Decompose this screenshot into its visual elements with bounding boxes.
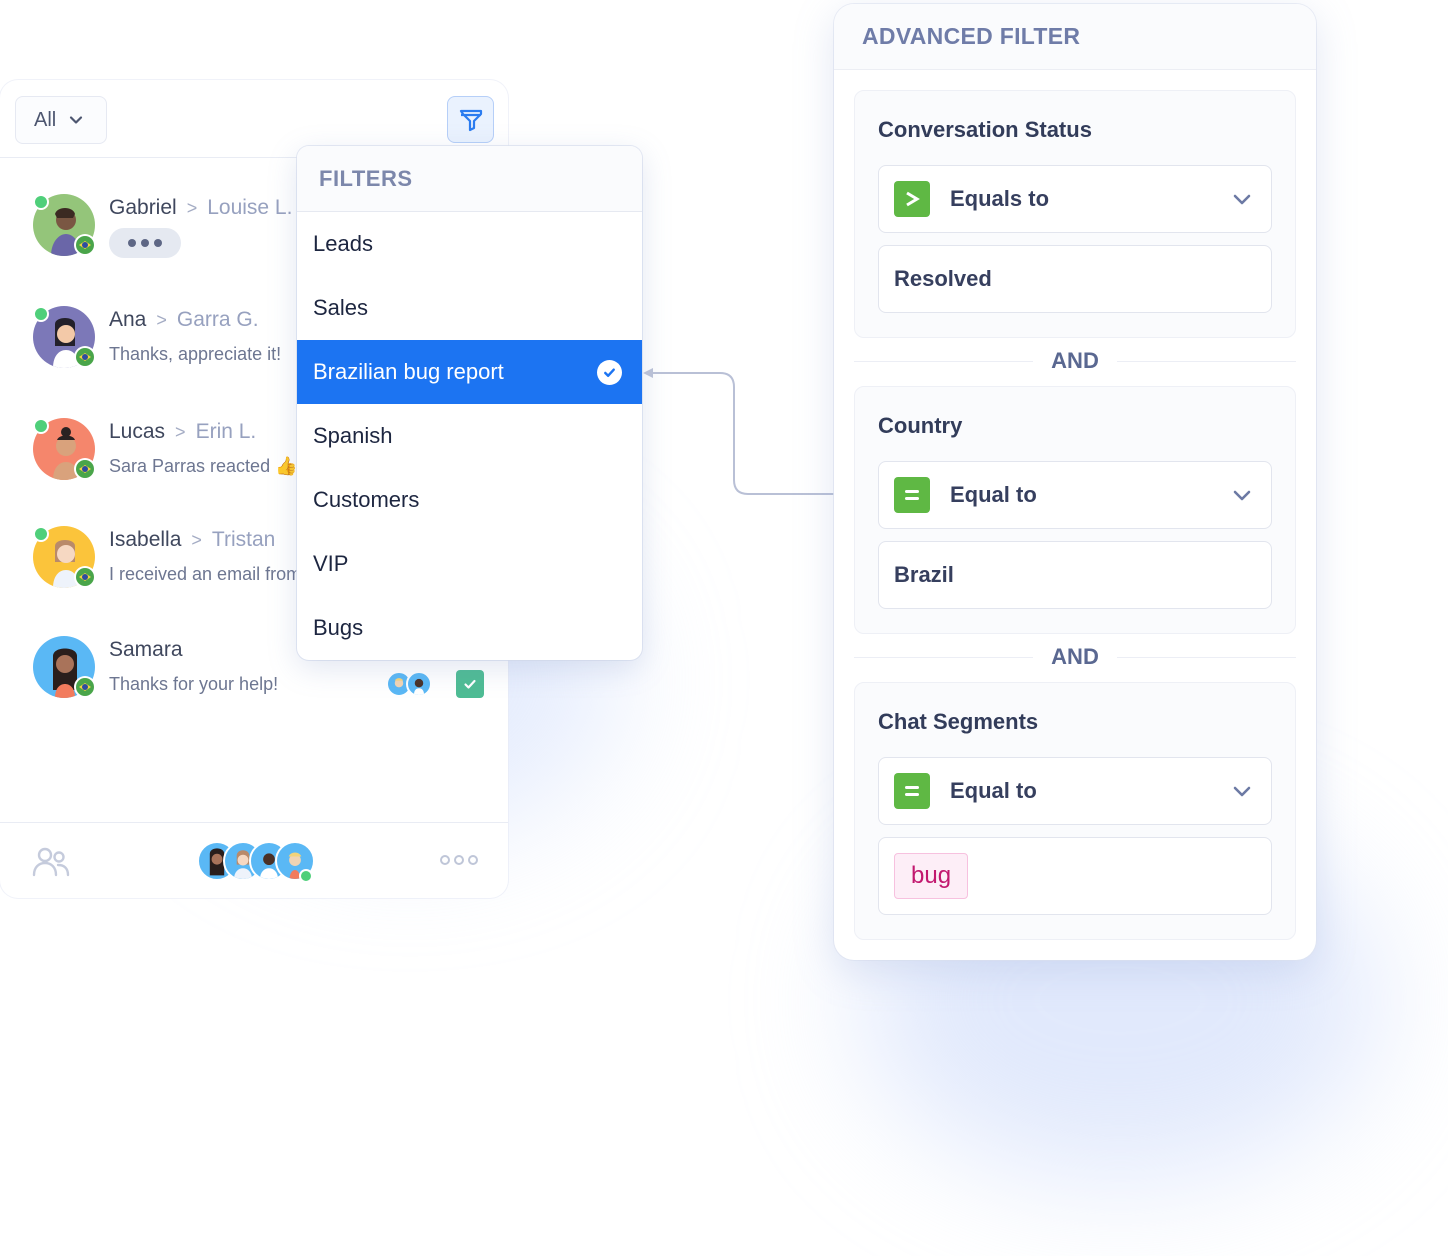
connector-arrow xyxy=(643,368,836,495)
operator-label: Equal to xyxy=(950,778,1037,803)
value-text: Brazil xyxy=(894,562,954,587)
agent-avatar xyxy=(406,671,432,697)
filter-item-sales[interactable]: Sales xyxy=(297,276,642,340)
operator-label: Equals to xyxy=(950,186,1050,211)
condition-field: Chat Segments xyxy=(878,709,1039,734)
operator-select[interactable]: Equals to xyxy=(878,165,1272,233)
filter-item-customers[interactable]: Customers xyxy=(297,468,642,532)
filter-item-vip[interactable]: VIP xyxy=(297,532,642,596)
tag-label: bug xyxy=(911,862,952,889)
filter-item-label: Bugs xyxy=(313,615,364,640)
more-options-icon[interactable] xyxy=(440,855,478,865)
funnel-icon xyxy=(459,109,482,131)
message-preview: Sara Parras reacted 👍 xyxy=(109,456,298,476)
filter-item-label: Leads xyxy=(313,231,373,256)
value-input[interactable]: bug xyxy=(878,837,1272,915)
chevron-right-icon: > xyxy=(191,529,202,550)
value-input[interactable]: Resolved xyxy=(878,245,1272,313)
online-status-dot xyxy=(33,306,49,322)
chevron-right-icon: > xyxy=(156,309,167,330)
filters-title: FILTERS xyxy=(297,146,642,212)
advanced-filter-panel: ADVANCED FILTER Conversation Status Equa… xyxy=(834,4,1316,960)
agent-name: Erin L. xyxy=(195,420,257,443)
chevron-down-icon xyxy=(1233,194,1251,205)
view-dropdown[interactable]: All xyxy=(15,96,107,144)
customer-name: Isabella xyxy=(109,528,182,551)
and-label: AND xyxy=(1051,644,1099,669)
advanced-filter-title: ADVANCED FILTER xyxy=(834,4,1316,70)
equals-icon xyxy=(894,773,930,809)
typing-indicator xyxy=(109,228,181,258)
operator-label: Equal to xyxy=(950,482,1037,507)
resolved-check-icon[interactable] xyxy=(456,670,484,698)
filter-button[interactable] xyxy=(447,96,494,143)
condition-field: Country xyxy=(878,413,963,438)
operator-select[interactable]: Equal to xyxy=(878,461,1272,529)
value-text: Resolved xyxy=(894,266,992,291)
and-separator: AND xyxy=(854,642,1297,672)
online-agents[interactable] xyxy=(197,841,315,881)
filter-item-brazilian-bug-report[interactable]: Brazilian bug report xyxy=(297,340,642,404)
agent-name: Louise L. xyxy=(207,196,293,219)
chevron-down-icon xyxy=(1233,786,1251,797)
filter-item-bugs[interactable]: Bugs xyxy=(297,596,642,660)
customer-name: Samara xyxy=(109,638,183,661)
online-status-dot xyxy=(33,526,49,542)
customer-name: Lucas xyxy=(109,420,166,443)
filters-dropdown: FILTERS Leads Sales Brazilian bug report… xyxy=(297,146,642,660)
chevron-down-icon xyxy=(1233,490,1251,501)
equals-icon xyxy=(894,477,930,513)
brazil-flag-icon xyxy=(74,676,96,698)
online-status-dot xyxy=(33,194,49,210)
customer-name: Ana xyxy=(109,308,147,331)
agent-name: Tristan xyxy=(211,528,276,551)
agent-name: Garra G. xyxy=(176,308,259,331)
inbox-footer xyxy=(0,822,508,898)
team-icon[interactable] xyxy=(32,845,70,877)
filter-item-label: Sales xyxy=(313,295,369,320)
customer-name: Gabriel xyxy=(109,196,177,219)
condition-card: Chat Segments Equal to bug xyxy=(854,682,1296,940)
online-status-dot xyxy=(299,869,313,883)
message-preview: Thanks for your help! xyxy=(109,674,279,694)
filter-item-label: VIP xyxy=(313,551,349,576)
chevron-right-icon: > xyxy=(175,421,186,442)
greater-than-icon xyxy=(894,181,930,217)
segment-tag[interactable]: bug xyxy=(894,853,969,899)
filter-item-label: Customers xyxy=(313,487,420,512)
condition-card: Country Equal to Brazil xyxy=(854,386,1296,634)
brazil-flag-icon xyxy=(74,458,96,480)
filter-item-label: Spanish xyxy=(313,423,393,448)
message-preview: Thanks, appreciate it! xyxy=(109,344,282,364)
condition-card: Conversation Status Equals to Resolved xyxy=(854,90,1296,338)
filter-item-label: Brazilian bug report xyxy=(313,359,504,384)
brazil-flag-icon xyxy=(74,566,96,588)
assigned-agents xyxy=(386,670,484,698)
brazil-flag-icon xyxy=(74,234,96,256)
chevron-right-icon: > xyxy=(186,197,198,218)
filter-item-spanish[interactable]: Spanish xyxy=(297,404,642,468)
and-label: AND xyxy=(1051,348,1099,373)
view-dropdown-label: All xyxy=(34,108,57,131)
online-status-dot xyxy=(33,418,49,434)
message-preview: I received an email from xyxy=(109,564,302,584)
and-separator: AND xyxy=(854,346,1297,376)
check-circle-icon xyxy=(597,359,622,385)
condition-field: Conversation Status xyxy=(878,117,1092,142)
brazil-flag-icon xyxy=(74,346,96,368)
operator-select[interactable]: Equal to xyxy=(878,757,1272,825)
value-input[interactable]: Brazil xyxy=(878,541,1272,609)
filter-item-leads[interactable]: Leads xyxy=(297,212,642,276)
chevron-down-icon xyxy=(70,116,83,124)
